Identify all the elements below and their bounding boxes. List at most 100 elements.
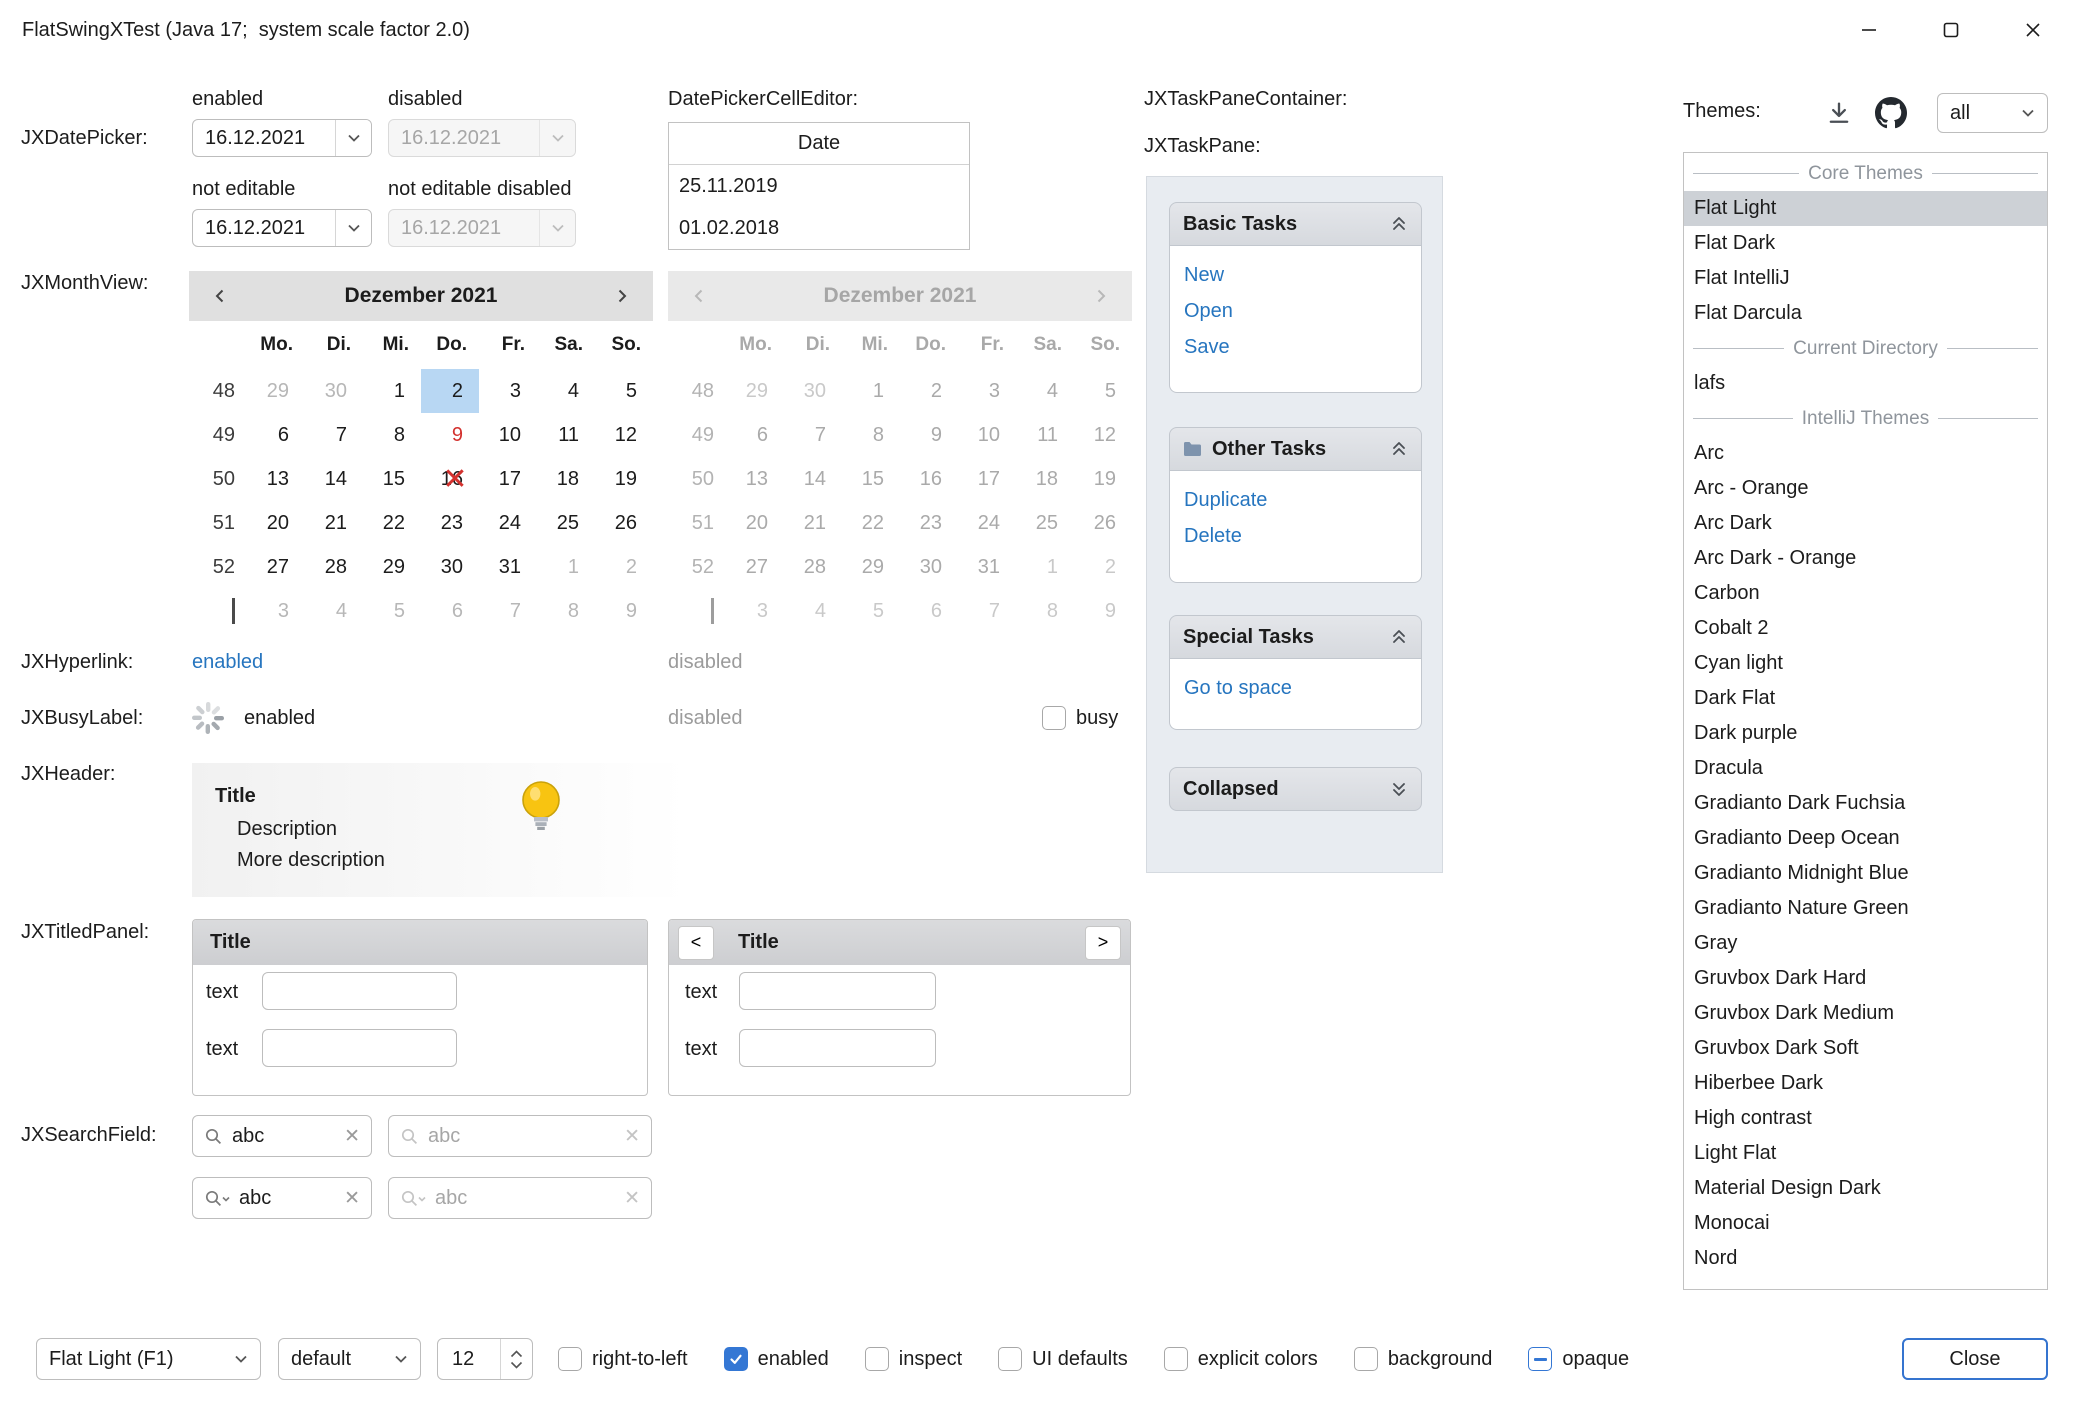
titledpanel-right-button[interactable]: > — [1085, 926, 1121, 960]
checkbox-opaque[interactable]: opaque — [1528, 1347, 1629, 1371]
day-cell[interactable]: 29 — [247, 369, 305, 413]
taskpane-header[interactable]: Basic Tasks — [1169, 202, 1422, 246]
close-window-button[interactable] — [1992, 0, 2074, 60]
spinner-buttons[interactable] — [500, 1339, 532, 1379]
close-button[interactable]: Close — [1902, 1338, 2048, 1380]
day-cell[interactable]: 1 — [537, 545, 595, 589]
theme-item[interactable]: Cyan light — [1684, 646, 2047, 681]
theme-item[interactable]: Gradianto Midnight Blue — [1684, 856, 2047, 891]
hyperlink-enabled[interactable]: enabled — [192, 651, 263, 674]
day-cell[interactable]: 11 — [537, 413, 595, 457]
collapse-icon[interactable] — [1390, 628, 1408, 646]
table-row[interactable]: 01.02.2018 — [669, 207, 969, 249]
search-menu-icon[interactable] — [204, 1189, 230, 1208]
task-link-delete[interactable]: Delete — [1184, 518, 1407, 554]
day-cell[interactable]: 14 — [305, 457, 363, 501]
datepicker-dropdown-button[interactable] — [335, 210, 371, 246]
day-cell[interactable]: 31 — [479, 545, 537, 589]
day-cell[interactable]: 24 — [479, 501, 537, 545]
expand-icon[interactable] — [1390, 780, 1408, 798]
day-cell[interactable]: 4 — [537, 369, 595, 413]
github-button[interactable] — [1872, 94, 1910, 132]
day-cell[interactable]: 3 — [479, 369, 537, 413]
theme-item[interactable]: Light Flat — [1684, 1136, 2047, 1171]
day-cell[interactable]: 7 — [479, 589, 537, 633]
theme-item[interactable]: Nord — [1684, 1241, 2047, 1276]
clear-icon[interactable]: ✕ — [344, 1125, 360, 1148]
theme-item[interactable]: Gruvbox Dark Hard — [1684, 961, 2047, 996]
theme-item[interactable]: Flat Light — [1684, 191, 2047, 226]
checkbox-background[interactable]: background — [1354, 1347, 1493, 1371]
day-cell[interactable]: 19 — [595, 457, 653, 501]
day-cell[interactable]: 18 — [537, 457, 595, 501]
theme-item[interactable]: Material Design Dark — [1684, 1171, 2047, 1206]
searchfield-enabled[interactable]: ✕ — [192, 1115, 372, 1157]
taskpane-header[interactable]: Collapsed — [1169, 767, 1422, 811]
prev-month-button[interactable] — [203, 279, 237, 313]
theme-item[interactable]: Gradianto Deep Ocean — [1684, 821, 2047, 856]
day-cell[interactable]: 8 — [363, 413, 421, 457]
day-cell[interactable]: 13 — [247, 457, 305, 501]
theme-item[interactable]: Arc - Orange — [1684, 471, 2047, 506]
datepicker-dropdown-button[interactable] — [335, 120, 371, 156]
task-link-new[interactable]: New — [1184, 257, 1407, 293]
table-column-header[interactable]: Date — [669, 123, 969, 165]
task-link-open[interactable]: Open — [1184, 293, 1407, 329]
collapse-icon[interactable] — [1390, 215, 1408, 233]
theme-item[interactable]: Arc Dark - Orange — [1684, 541, 2047, 576]
theme-item[interactable]: Gruvbox Dark Soft — [1684, 1031, 2047, 1066]
day-cell[interactable]: 25 — [537, 501, 595, 545]
collapse-icon[interactable] — [1390, 440, 1408, 458]
day-cell[interactable]: 4 — [305, 589, 363, 633]
theme-item[interactable]: Gradianto Nature Green — [1684, 891, 2047, 926]
theme-item[interactable]: Arc — [1684, 436, 2047, 471]
checkbox-right-to-left[interactable]: right-to-left — [558, 1347, 688, 1371]
theme-item[interactable]: Dracula — [1684, 751, 2047, 786]
datepicker-enabled[interactable]: 16.12.2021 — [192, 119, 372, 157]
theme-item[interactable]: Cobalt 2 — [1684, 611, 2047, 646]
theme-item[interactable]: High contrast — [1684, 1101, 2047, 1136]
style-combo[interactable]: default — [278, 1338, 421, 1380]
day-cell[interactable]: 15 — [363, 457, 421, 501]
day-cell[interactable]: 10 — [479, 413, 537, 457]
day-cell[interactable]: 6 — [247, 413, 305, 457]
download-themes-button[interactable] — [1822, 96, 1856, 130]
titledpanel-text-input[interactable] — [739, 1029, 936, 1067]
theme-item[interactable]: Hiberbee Dark — [1684, 1066, 2047, 1101]
titledpanel-text-input[interactable] — [262, 972, 457, 1010]
day-cell[interactable]: 6 — [421, 589, 479, 633]
theme-item[interactable]: Carbon — [1684, 576, 2047, 611]
taskpane-header[interactable]: Special Tasks — [1169, 615, 1422, 659]
day-cell[interactable]: 27 — [247, 545, 305, 589]
theme-item[interactable]: Dark Flat — [1684, 681, 2047, 716]
day-cell[interactable]: 28 — [305, 545, 363, 589]
theme-item[interactable]: Gray — [1684, 926, 2047, 961]
day-cell[interactable]: 3 — [247, 589, 305, 633]
theme-item[interactable]: Flat Darcula — [1684, 296, 2047, 331]
checkbox-inspect[interactable]: inspect — [865, 1347, 962, 1371]
day-cell[interactable]: 7 — [305, 413, 363, 457]
theme-item[interactable]: lafs — [1684, 366, 2047, 401]
day-cell[interactable]: 5 — [363, 589, 421, 633]
minimize-button[interactable] — [1828, 0, 1910, 60]
titledpanel-text-input[interactable] — [739, 972, 936, 1010]
day-cell[interactable]: 21 — [305, 501, 363, 545]
checkbox-enabled[interactable]: enabled — [724, 1347, 829, 1371]
theme-item[interactable]: Flat Dark — [1684, 226, 2047, 261]
task-link-go-to-space[interactable]: Go to space — [1184, 670, 1407, 706]
theme-item[interactable]: Gruvbox Dark Medium — [1684, 996, 2047, 1031]
table-row[interactable]: 25.11.2019 — [669, 165, 969, 207]
theme-item[interactable]: Arc Dark — [1684, 506, 2047, 541]
next-month-button[interactable] — [605, 279, 639, 313]
font-size-spinner[interactable]: 12 — [437, 1338, 533, 1380]
search-input[interactable] — [239, 1187, 335, 1210]
day-cell[interactable]: 20 — [247, 501, 305, 545]
theme-item[interactable]: Gradianto Dark Fuchsia — [1684, 786, 2047, 821]
day-cell[interactable]: 17 — [479, 457, 537, 501]
day-cell[interactable]: 8 — [537, 589, 595, 633]
datepicker-value[interactable]: 16.12.2021 — [193, 127, 335, 150]
datepicker-not-editable[interactable]: 16.12.2021 — [192, 209, 372, 247]
titledpanel-text-input[interactable] — [262, 1029, 457, 1067]
day-cell[interactable]: 1 — [363, 369, 421, 413]
theme-item[interactable]: Dark purple — [1684, 716, 2047, 751]
